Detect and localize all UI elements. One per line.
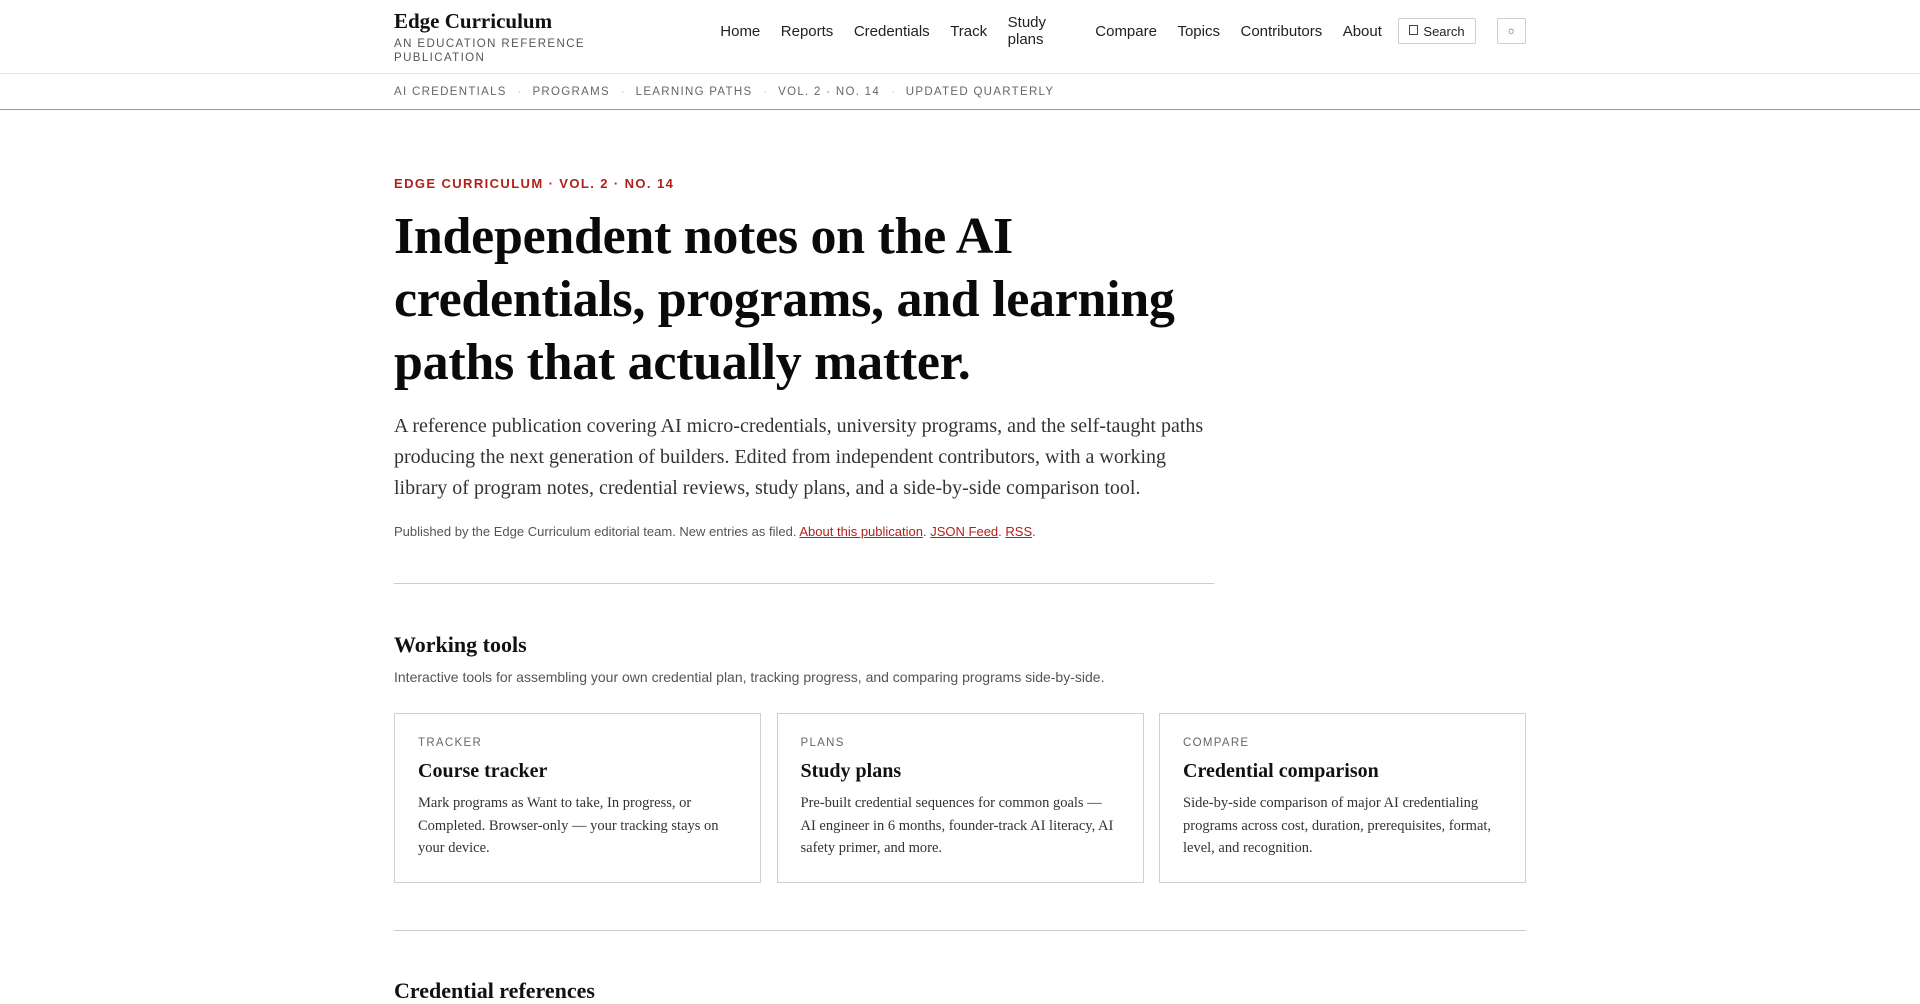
- topic-bar: AI CREDENTIALS · PROGRAMS · LEARNING PAT…: [0, 74, 1920, 110]
- page-title: Independent notes on the AI credentials,…: [394, 208, 1175, 391]
- search-icon: [1409, 24, 1419, 38]
- topic-programs[interactable]: PROGRAMS: [532, 86, 610, 98]
- separator: ·: [891, 85, 895, 98]
- sun-icon: ☼: [1506, 25, 1517, 37]
- card-kicker: COMPARE: [1183, 737, 1250, 749]
- rss-link[interactable]: RSS: [1005, 524, 1032, 539]
- byline: Published by the Edge Curriculum editori…: [394, 524, 1036, 539]
- card-title[interactable]: Credential comparison: [1183, 760, 1502, 783]
- tool-card-compare[interactable]: COMPARE Credential comparison Side-by-si…: [1159, 713, 1526, 883]
- tool-card-plans[interactable]: PLANS Study plans Pre-built credential s…: [776, 713, 1144, 883]
- update-frequency: UPDATED QUARTERLY: [905, 85, 1055, 98]
- search-label: Search: [1423, 23, 1465, 39]
- hero-lede: A reference publication covering AI micr…: [394, 415, 1204, 499]
- card-title[interactable]: Study plans: [801, 760, 1120, 783]
- about-publication-link[interactable]: About this publication: [799, 524, 923, 539]
- nav-credentials[interactable]: Credentials: [854, 23, 930, 40]
- hero-eyebrow: EDGE CURRICULUM · VOL. 2 · NO. 14: [394, 176, 675, 191]
- separator: ·: [620, 85, 625, 98]
- brand-tagline: AN EDUCATION REFERENCE PUBLICATION: [394, 38, 585, 64]
- main-nav: Home Reports Credentials Track Study pla…: [720, 14, 1526, 48]
- topic-ai-credentials[interactable]: AI CREDENTIALS: [394, 86, 507, 98]
- json-feed-link[interactable]: JSON Feed: [930, 524, 998, 539]
- separator: ·: [763, 85, 768, 98]
- search-button[interactable]: Search: [1398, 18, 1476, 44]
- divider: [394, 583, 1214, 584]
- nav-topics[interactable]: Topics: [1177, 23, 1220, 40]
- nav-study-plans[interactable]: Study plans: [1008, 14, 1075, 48]
- nav-track[interactable]: Track: [950, 23, 987, 40]
- card-title[interactable]: Course tracker: [418, 760, 737, 783]
- working-tools-subtitle: Interactive tools for assembling your ow…: [394, 669, 1105, 685]
- card-kicker: TRACKER: [418, 737, 483, 749]
- site-header: Edge Curriculum AN EDUCATION REFERENCE P…: [0, 0, 1920, 74]
- topic-learning-paths[interactable]: LEARNING PATHS: [636, 86, 753, 98]
- nav-contributors[interactable]: Contributors: [1241, 23, 1323, 40]
- separator: ·: [517, 85, 522, 98]
- working-tools-heading: Working tools: [394, 632, 527, 657]
- tool-card-tracker[interactable]: TRACKER Course tracker Mark programs as …: [394, 713, 761, 883]
- issue-label: VOL. 2 · NO. 14: [778, 85, 881, 98]
- nav-home[interactable]: Home: [720, 23, 760, 40]
- card-description: Side-by-side comparison of major AI cred…: [1183, 795, 1492, 856]
- tool-cards: TRACKER Course tracker Mark programs as …: [394, 713, 1526, 883]
- nav-reports[interactable]: Reports: [781, 23, 834, 40]
- nav-compare[interactable]: Compare: [1095, 23, 1157, 40]
- nav-about[interactable]: About: [1343, 23, 1382, 40]
- card-description: Mark programs as Want to take, In progre…: [418, 795, 719, 856]
- credential-references-heading: Credential references: [394, 978, 595, 1003]
- byline-text: Published by the Edge Curriculum editori…: [394, 524, 797, 539]
- brand[interactable]: Edge Curriculum AN EDUCATION REFERENCE P…: [394, 9, 675, 65]
- card-description: Pre-built credential sequences for commo…: [800, 795, 1114, 856]
- card-kicker: PLANS: [800, 737, 845, 749]
- brand-name[interactable]: Edge Curriculum: [394, 9, 675, 33]
- divider: [394, 930, 1526, 931]
- theme-toggle-button[interactable]: ☼: [1496, 18, 1526, 44]
